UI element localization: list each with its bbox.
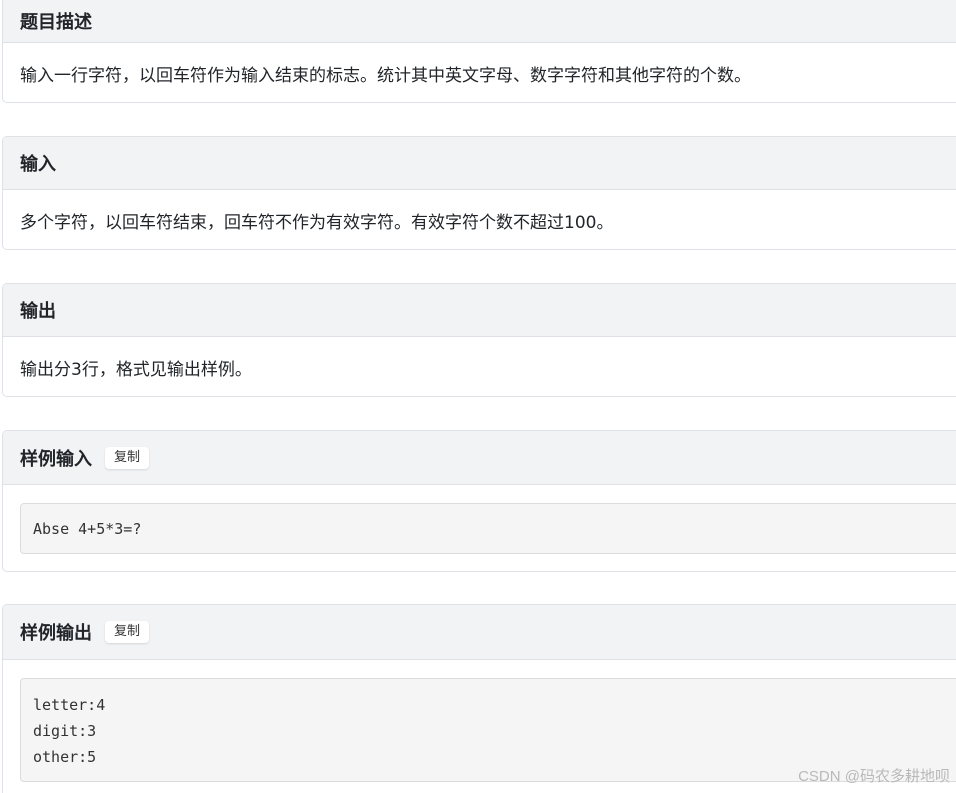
sample-input-code[interactable]: Abse 4+5*3=? xyxy=(20,503,956,554)
input-header: 输入 xyxy=(3,137,956,190)
problem-page: 题目描述 输入一行字符，以回车符作为输入结束的标志。统计其中英文字母、数字字符和… xyxy=(0,0,956,793)
input-card: 输入 多个字符，以回车符结束，回车符不作为有效字符。有效字符个数不超过100。 xyxy=(2,136,956,250)
sample-output-title: 样例输出 xyxy=(20,623,92,644)
output-body: 输出分3行，格式见输出样例。 xyxy=(3,337,956,396)
code-line: digit:3 xyxy=(33,722,97,740)
description-title: 题目描述 xyxy=(20,11,92,33)
output-title: 输出 xyxy=(20,301,56,322)
description-text: 输入一行字符，以回车符作为输入结束的标志。统计其中英文字母、数字字符和其他字符的… xyxy=(20,65,751,86)
code-line: Abse 4+5*3=? xyxy=(33,520,142,538)
sample-output-header: 样例输出 复制 xyxy=(3,605,956,660)
input-body: 多个字符，以回车符结束，回车符不作为有效字符。有效字符个数不超过100。 xyxy=(3,190,956,249)
output-header: 输出 xyxy=(3,284,956,337)
description-header: 题目描述 xyxy=(3,0,956,43)
code-line: letter:4 xyxy=(33,696,106,714)
copy-sample-output-button[interactable]: 复制 xyxy=(105,621,150,643)
copy-sample-input-button[interactable]: 复制 xyxy=(105,446,150,469)
sample-input-header: 样例输入 复制 xyxy=(3,431,956,485)
sample-input-body: Abse 4+5*3=? xyxy=(3,485,956,571)
description-card: 题目描述 输入一行字符，以回车符作为输入结束的标志。统计其中英文字母、数字字符和… xyxy=(2,0,956,103)
input-text: 多个字符，以回车符结束，回车符不作为有效字符。有效字符个数不超过100。 xyxy=(20,212,614,233)
output-text: 输出分3行，格式见输出样例。 xyxy=(20,359,252,380)
description-body: 输入一行字符，以回车符作为输入结束的标志。统计其中英文字母、数字字符和其他字符的… xyxy=(3,43,956,102)
sample-input-card: 样例输入 复制 Abse 4+5*3=? xyxy=(2,430,956,572)
output-card: 输出 输出分3行，格式见输出样例。 xyxy=(2,283,956,397)
input-title: 输入 xyxy=(20,154,56,175)
watermark: CSDN @码农多耕地呗 xyxy=(798,768,950,785)
sample-input-title: 样例输入 xyxy=(20,448,92,470)
